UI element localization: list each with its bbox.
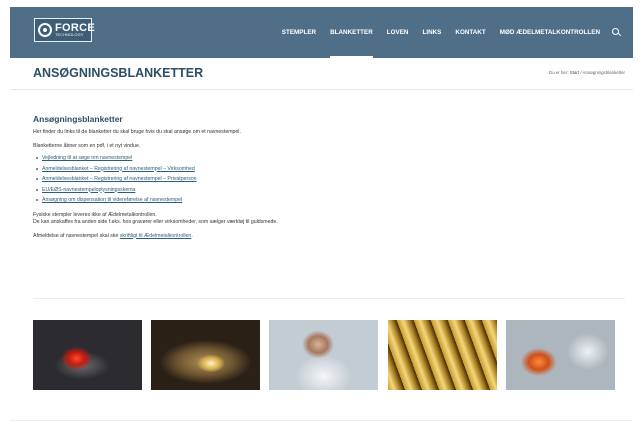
gallery-photo-lab-worker[interactable] — [269, 320, 378, 390]
content-heading: Ansøgningsblanketter — [33, 114, 123, 124]
form-links-list: Vejledning til at søge om navnestempel A… — [36, 153, 613, 206]
list-item: EU/EØS-navnestempeloplysningsskema — [36, 185, 613, 196]
search-icon[interactable] — [612, 28, 621, 37]
main-nav: STEMPLER BLANKETTER LOVEN LINKS KONTAKT … — [268, 7, 621, 58]
site-header: FORCE TECHNOLOGY STEMPLER BLANKETTER LOV… — [10, 7, 633, 58]
logo-subtitle: TECHNOLOGY — [55, 32, 84, 37]
nav-kontakt[interactable]: KONTAKT — [455, 7, 485, 58]
page-title: ANSØGNINGSBLANKETTER — [33, 66, 204, 80]
cancellation-text: Afmeldelse af navnestempel skal ske skri… — [33, 233, 613, 240]
section-divider — [33, 298, 625, 299]
link-eu-eos-skema[interactable]: EU/EØS-navnestempeloplysningsskema — [42, 187, 135, 193]
force-logo-icon — [38, 23, 52, 37]
cancellation-link[interactable]: skriftligt til Ædelmetalkontrollen — [120, 233, 192, 239]
nav-loven[interactable]: LOVEN — [387, 7, 409, 58]
logo-word: FORCE — [55, 21, 95, 34]
gallery-photo-gold-melt[interactable] — [151, 320, 260, 390]
footer-divider — [10, 420, 633, 421]
pdf-note: Blanketterne åbner som en pdf, i et nyt … — [33, 143, 141, 149]
breadcrumb-separator: / — [580, 70, 582, 75]
list-item: Ansøgning om dispensation til videreføre… — [36, 195, 613, 206]
force-logo[interactable]: FORCE TECHNOLOGY — [34, 18, 95, 42]
nav-mod-aedelmetalkontrollen[interactable]: MØD ÆDELMETALKONTROLLEN — [500, 7, 600, 58]
link-vejledning[interactable]: Vejledning til at søge om navnestempel — [42, 155, 132, 161]
gallery-photo-gold-bars[interactable] — [388, 320, 497, 390]
list-item: Anmeldelsesblanket – Registrering af nav… — [36, 164, 613, 175]
breadcrumb-prefix: Du er her: — [549, 70, 569, 75]
physical-stamps-text-2: De kan anskaffes fra anden side f.eks. h… — [33, 218, 278, 225]
cancellation-prefix: Afmeldelse af navnestempel skal ske — [33, 232, 119, 239]
link-dispensation[interactable]: Ansøgning om dispensation til videreføre… — [42, 197, 182, 203]
intro-text: Her finder du links til de blanketter du… — [33, 129, 241, 135]
main-content: Ansøgningsblanketter Her finder du links… — [33, 114, 613, 240]
breadcrumb-home-link[interactable]: Start — [570, 70, 579, 75]
link-anmeldelse-virksomhed[interactable]: Anmeldelsesblanket – Registrering af nav… — [42, 166, 195, 172]
breadcrumb-current: Ansøgningsblanketter — [582, 70, 625, 75]
breadcrumb: Du er her: Start / Ansøgningsblanketter — [549, 70, 625, 75]
title-bar: ANSØGNINGSBLANKETTER Du er her: Start / … — [10, 58, 633, 90]
nav-stempler[interactable]: STEMPLER — [282, 7, 316, 58]
gallery-photo-furnace[interactable] — [506, 320, 615, 390]
physical-stamps-text-1: Fysiske stempler leveres ikke af Ædelmet… — [33, 211, 157, 218]
list-item: Anmeldelsesblanket – Registrering af nav… — [36, 174, 613, 185]
photo-gallery — [33, 320, 617, 390]
nav-blanketter[interactable]: BLANKETTER — [330, 7, 373, 58]
cancellation-suffix: . — [191, 232, 193, 239]
nav-links[interactable]: LINKS — [422, 7, 441, 58]
list-item: Vejledning til at søge om navnestempel — [36, 153, 613, 164]
gallery-photo-red-stone[interactable] — [33, 320, 142, 390]
link-anmeldelse-privatperson[interactable]: Anmeldelsesblanket – Registrering af nav… — [42, 176, 197, 182]
